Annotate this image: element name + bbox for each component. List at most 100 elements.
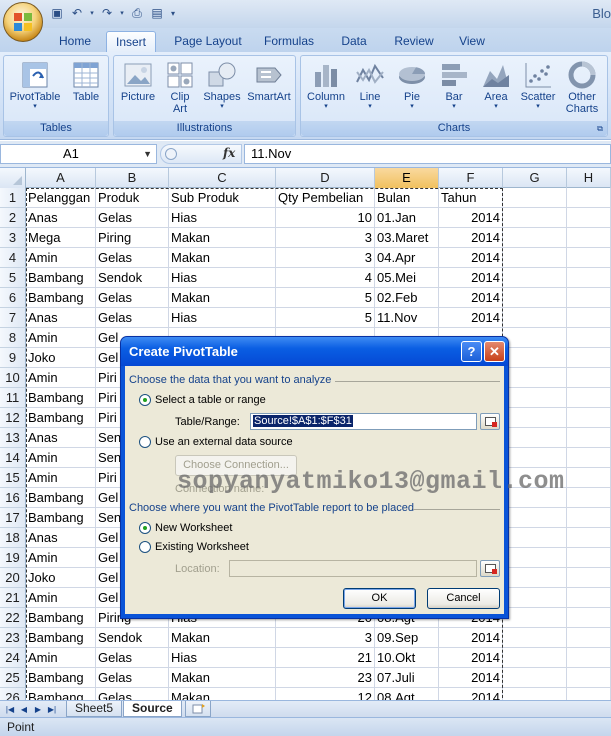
cell-h9[interactable]: [567, 348, 611, 368]
table-button[interactable]: Table: [66, 58, 106, 103]
cancel-button[interactable]: Cancel: [427, 588, 500, 609]
cell-c24[interactable]: Hias: [169, 648, 276, 668]
bar-chart-button[interactable]: Bar ▾: [434, 58, 474, 111]
dialog-title-bar[interactable]: Create PivotTable ? ✕: [121, 337, 508, 366]
insert-function-icon[interactable]: fx: [223, 146, 235, 160]
cell-b2[interactable]: Gelas: [96, 208, 169, 228]
redo-dropdown-icon[interactable]: ▾: [118, 5, 126, 22]
area-chart-button[interactable]: Area ▾: [476, 58, 516, 111]
row-header[interactable]: 12: [0, 408, 26, 428]
column-header-d[interactable]: D: [276, 168, 375, 188]
cell-a1[interactable]: Pelanggan: [26, 188, 96, 208]
cell-g12[interactable]: [503, 408, 567, 428]
help-button[interactable]: ?: [461, 341, 482, 362]
cell-c23[interactable]: Makan: [169, 628, 276, 648]
column-header-f[interactable]: F: [439, 168, 503, 188]
cell-a24[interactable]: Amin: [26, 648, 96, 668]
table-range-collapse-button[interactable]: [480, 413, 500, 430]
row-header[interactable]: 21: [0, 588, 26, 608]
prev-sheet-icon[interactable]: ◀: [18, 704, 30, 715]
cell-a12[interactable]: Bambang: [26, 408, 96, 428]
cell-d6[interactable]: 5: [276, 288, 375, 308]
cell-h11[interactable]: [567, 388, 611, 408]
formula-input[interactable]: 11.Nov: [244, 144, 611, 164]
cell-a25[interactable]: Bambang: [26, 668, 96, 688]
cell-g17[interactable]: [503, 508, 567, 528]
cell-a15[interactable]: Amin: [26, 468, 96, 488]
cell-f25[interactable]: 2014: [439, 668, 503, 688]
cell-h8[interactable]: [567, 328, 611, 348]
column-header-e[interactable]: E: [375, 168, 439, 188]
row-header[interactable]: 6: [0, 288, 26, 308]
cell-d25[interactable]: 23: [276, 668, 375, 688]
next-sheet-icon[interactable]: ▶: [32, 704, 44, 715]
row-header[interactable]: 3: [0, 228, 26, 248]
cell-b5[interactable]: Sendok: [96, 268, 169, 288]
line-chart-button[interactable]: Line ▾: [350, 58, 390, 111]
cell-g2[interactable]: [503, 208, 567, 228]
first-sheet-icon[interactable]: |◀: [4, 704, 16, 715]
cell-g5[interactable]: [503, 268, 567, 288]
column-header-b[interactable]: B: [96, 168, 169, 188]
row-header[interactable]: 23: [0, 628, 26, 648]
undo-icon[interactable]: ↶: [68, 5, 86, 22]
cell-g10[interactable]: [503, 368, 567, 388]
row-header[interactable]: 16: [0, 488, 26, 508]
cell-h25[interactable]: [567, 668, 611, 688]
cell-h18[interactable]: [567, 528, 611, 548]
cell-g21[interactable]: [503, 588, 567, 608]
cell-c6[interactable]: Makan: [169, 288, 276, 308]
cell-b3[interactable]: Piring: [96, 228, 169, 248]
cell-h5[interactable]: [567, 268, 611, 288]
table-range-input[interactable]: Source!$A$1:$F$31: [250, 413, 477, 430]
column-header-c[interactable]: C: [169, 168, 276, 188]
cell-f5[interactable]: 2014: [439, 268, 503, 288]
cell-e7[interactable]: 11.Nov: [375, 308, 439, 328]
cell-g18[interactable]: [503, 528, 567, 548]
row-header[interactable]: 19: [0, 548, 26, 568]
cell-g3[interactable]: [503, 228, 567, 248]
cell-g1[interactable]: [503, 188, 567, 208]
cell-h17[interactable]: [567, 508, 611, 528]
cell-d4[interactable]: 3: [276, 248, 375, 268]
dialog-launcher-icon[interactable]: ⧉: [595, 124, 605, 134]
cell-h24[interactable]: [567, 648, 611, 668]
row-header[interactable]: 18: [0, 528, 26, 548]
cell-c1[interactable]: Sub Produk: [169, 188, 276, 208]
column-chart-button[interactable]: Column ▾: [304, 58, 348, 111]
cell-a2[interactable]: Anas: [26, 208, 96, 228]
cell-e25[interactable]: 07.Juli: [375, 668, 439, 688]
cell-c26[interactable]: Makan: [169, 688, 276, 700]
tab-formulas[interactable]: Formulas: [258, 31, 320, 52]
cell-h7[interactable]: [567, 308, 611, 328]
cell-h14[interactable]: [567, 448, 611, 468]
cell-c3[interactable]: Makan: [169, 228, 276, 248]
cell-g23[interactable]: [503, 628, 567, 648]
cell-d2[interactable]: 10: [276, 208, 375, 228]
column-header-g[interactable]: G: [503, 168, 567, 188]
cell-h21[interactable]: [567, 588, 611, 608]
cell-e3[interactable]: 03.Maret: [375, 228, 439, 248]
pivottable-button[interactable]: PivotTable ▾: [7, 58, 63, 111]
shapes-button[interactable]: Shapes ▾: [201, 58, 243, 111]
tab-home[interactable]: Home: [52, 31, 98, 52]
cell-f1[interactable]: Tahun: [439, 188, 503, 208]
cell-a10[interactable]: Amin: [26, 368, 96, 388]
cell-a4[interactable]: Amin: [26, 248, 96, 268]
row-header[interactable]: 20: [0, 568, 26, 588]
cell-g11[interactable]: [503, 388, 567, 408]
row-header[interactable]: 7: [0, 308, 26, 328]
insert-sheet-button[interactable]: [185, 701, 211, 717]
cell-f4[interactable]: 2014: [439, 248, 503, 268]
tab-view[interactable]: View: [450, 31, 494, 52]
row-header[interactable]: 24: [0, 648, 26, 668]
cell-d23[interactable]: 3: [276, 628, 375, 648]
cell-g4[interactable]: [503, 248, 567, 268]
cell-b4[interactable]: Gelas: [96, 248, 169, 268]
cell-h1[interactable]: [567, 188, 611, 208]
cell-b24[interactable]: Gelas: [96, 648, 169, 668]
location-collapse-button[interactable]: [480, 560, 500, 577]
cell-g14[interactable]: [503, 448, 567, 468]
sheet-tab-sheet5[interactable]: Sheet5: [66, 701, 123, 717]
cell-d3[interactable]: 3: [276, 228, 375, 248]
